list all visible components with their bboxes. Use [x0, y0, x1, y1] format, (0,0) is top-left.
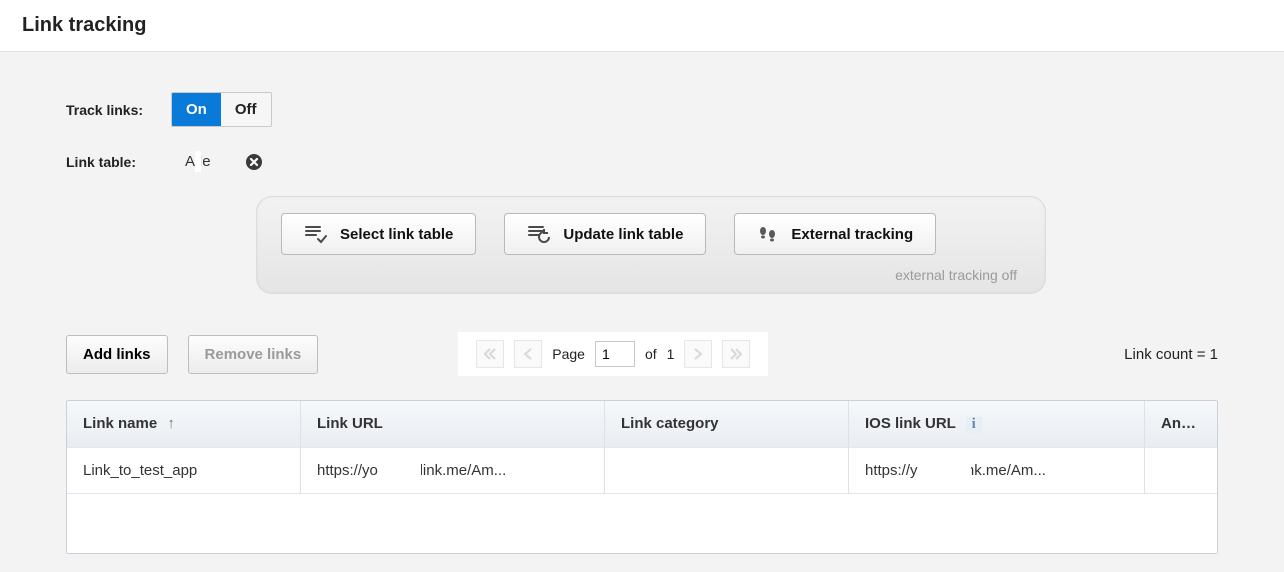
links-table: Link name ↑ Link URL Link category IOS l…	[66, 400, 1218, 554]
link-table-value: A le	[181, 151, 215, 172]
cell-link-category	[605, 448, 849, 493]
pager-page-input[interactable]	[595, 341, 635, 367]
chevron-right-icon	[692, 347, 704, 361]
pager-of-label: of	[645, 346, 657, 362]
chevron-double-left-icon	[483, 347, 497, 361]
pager-prev-button[interactable]	[514, 340, 542, 368]
clear-link-table-button[interactable]	[245, 153, 263, 171]
sort-asc-icon: ↑	[167, 415, 175, 432]
external-tracking-label: External tracking	[791, 226, 913, 243]
select-link-table-label: Select link table	[340, 226, 453, 243]
page-title: Link tracking	[22, 14, 146, 36]
update-link-table-button[interactable]: Update link table	[504, 213, 706, 255]
close-circle-icon	[245, 153, 263, 171]
col-header-android-link-url[interactable]: Andro	[1145, 401, 1217, 447]
cell-link-name: Link_to_test_app	[67, 448, 301, 493]
select-link-table-button[interactable]: Select link table	[281, 213, 476, 255]
cell-android-link-url	[1145, 448, 1217, 493]
info-icon[interactable]: i	[966, 417, 982, 433]
link-table-label: Link table:	[66, 154, 171, 170]
table-row[interactable]: Link_to_test_app https://yo p.onelink.me…	[67, 447, 1217, 493]
col-header-link-category[interactable]: Link category	[605, 401, 849, 447]
pager-total: 1	[667, 346, 675, 362]
redacted-block	[381, 462, 421, 480]
col-header-link-name[interactable]: Link name ↑	[67, 401, 301, 447]
table-empty-space	[67, 493, 1217, 553]
pager: Page of 1	[458, 332, 768, 376]
toggle-off[interactable]: Off	[221, 93, 271, 126]
pager-next-button[interactable]	[684, 340, 712, 368]
chevron-left-icon	[522, 347, 534, 361]
remove-links-button[interactable]: Remove links	[188, 335, 319, 374]
table-header-row: Link name ↑ Link URL Link category IOS l…	[67, 401, 1217, 447]
col-header-ios-link-url[interactable]: IOS link URL i	[849, 401, 1145, 447]
pager-first-button[interactable]	[476, 340, 504, 368]
link-count: Link count = 1	[1124, 346, 1218, 363]
footsteps-icon	[757, 224, 779, 244]
list-refresh-icon	[527, 224, 551, 244]
col-header-link-url[interactable]: Link URL	[301, 401, 605, 447]
pager-last-button[interactable]	[722, 340, 750, 368]
external-tracking-button[interactable]: External tracking	[734, 213, 936, 255]
external-tracking-status: external tracking off	[275, 267, 1027, 283]
actions-panel: Select link table Update link table	[256, 196, 1046, 294]
pager-page-label: Page	[552, 346, 585, 362]
cell-ios-link-url: https://y p.onelink.me/Am...	[849, 448, 1145, 493]
add-links-button[interactable]: Add links	[66, 335, 168, 374]
toggle-on[interactable]: On	[172, 93, 221, 126]
track-links-label: Track links:	[66, 102, 171, 118]
update-link-table-label: Update link table	[563, 226, 683, 243]
track-links-toggle[interactable]: On Off	[171, 92, 272, 127]
cell-link-url: https://yo p.onelink.me/Am...	[301, 448, 605, 493]
redacted-block	[921, 462, 971, 480]
list-check-icon	[304, 224, 328, 244]
redacted-block	[195, 151, 201, 172]
chevron-double-right-icon	[729, 347, 743, 361]
